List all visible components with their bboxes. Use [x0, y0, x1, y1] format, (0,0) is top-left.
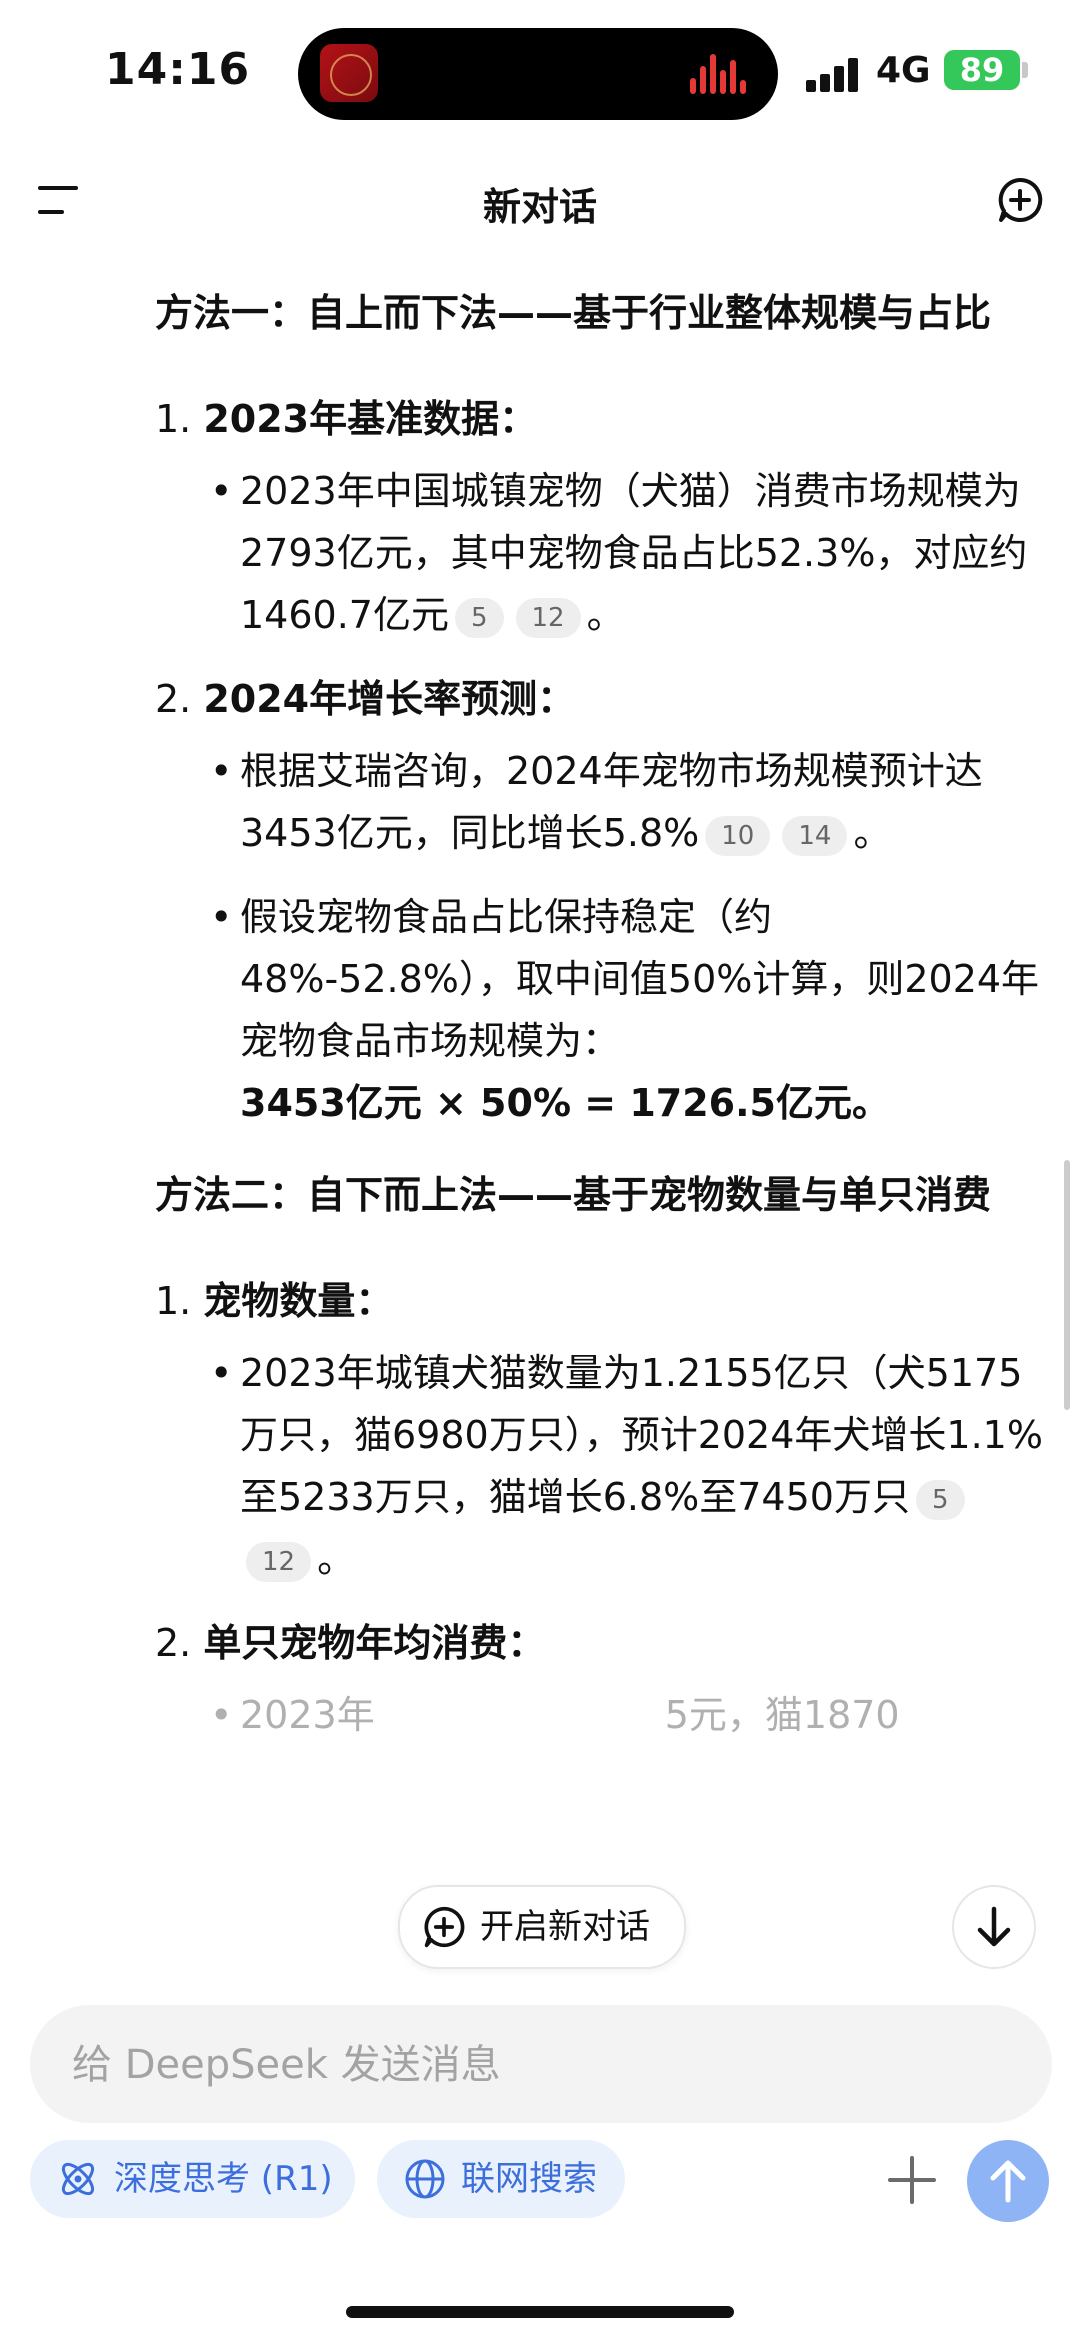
citation-badge[interactable]: 14	[782, 815, 848, 856]
method2-title: 方法二：自下而上法——基于宠物数量与单只消费	[155, 1173, 992, 1217]
message-input-box[interactable]	[30, 2005, 1052, 2123]
citation-badge[interactable]: 5	[454, 597, 504, 638]
floating-new-chat-label: 开启新对话	[480, 1907, 650, 1947]
arrow-down-icon	[977, 1906, 1011, 1947]
chat-content: 方法一：自上而下法——基于行业整体规模与占比 1. 2023年基准数据： 202…	[155, 282, 1045, 1942]
scroll-down-button[interactable]	[952, 1885, 1036, 1969]
method2-item1-bullets: 2023年城镇犬猫数量为1.2155亿只（犬5175万只，猫6980万只），预计…	[155, 1342, 1045, 1590]
new-chat-icon	[424, 1906, 465, 1948]
signal-icon	[806, 56, 866, 92]
top-bar: 新对话	[0, 150, 1080, 250]
method1-item2-bullets: 根据艾瑞咨询，2024年宠物市场规模预计达3453亿元，同比增长5.8%1014…	[155, 740, 1045, 1134]
method2-item2: 2. 单只宠物年均消费：	[155, 1621, 546, 1665]
send-button[interactable]	[967, 2140, 1049, 2222]
deep-think-label: 深度思考 (R1)	[114, 2159, 333, 2199]
list-item: 2023年5元，猫1870	[155, 1684, 1045, 1746]
scrollbar[interactable]	[1064, 1160, 1070, 1410]
app-thumbnail-icon	[320, 44, 378, 102]
status-time: 14:16	[105, 44, 251, 95]
method2-item1-label: 宠物数量：	[203, 1279, 394, 1323]
citation-badge[interactable]: 10	[705, 815, 771, 856]
plus-icon	[888, 2156, 936, 2204]
status-bar: 14:16 4G 89	[0, 0, 1080, 140]
formula-result: 3453亿元 × 50% = 1726.5亿元。	[240, 1081, 890, 1125]
citation-badge[interactable]: 12	[515, 597, 581, 638]
method1-item1-label: 2023年基准数据：	[203, 397, 538, 441]
method2-item1: 1. 宠物数量：	[155, 1279, 394, 1323]
atom-icon	[61, 2162, 95, 2196]
message-input[interactable]	[70, 2025, 974, 2105]
deep-think-toggle[interactable]: 深度思考 (R1)	[30, 2140, 355, 2218]
list-item: 2023年中国城镇宠物（犬猫）消费市场规模为2793亿元，其中宠物食品占比52.…	[155, 460, 1045, 646]
method2-item2-bullets: 2023年5元，猫1870	[155, 1684, 1045, 1746]
dynamic-island	[298, 28, 778, 120]
home-indicator	[346, 2306, 734, 2318]
method1-item1: 1. 2023年基准数据：	[155, 397, 538, 441]
new-chat-icon	[998, 177, 1043, 222]
web-search-toggle[interactable]: 联网搜索	[377, 2140, 625, 2218]
list-item: 2023年城镇犬猫数量为1.2155亿只（犬5175万只，猫6980万只），预计…	[155, 1342, 1045, 1590]
method1-item2-label: 2024年增长率预测：	[203, 677, 576, 721]
method2-item2-label: 单只宠物年均消费：	[203, 1621, 546, 1665]
citation-badge[interactable]: 5	[915, 1479, 965, 1520]
web-search-label: 联网搜索	[461, 2159, 597, 2199]
page-title: 新对话	[482, 185, 597, 229]
new-chat-button[interactable]	[996, 176, 1044, 224]
list-item: 假设宠物食品占比保持稳定（约48%-52.8%），取中间值50%计算，则2024…	[155, 886, 1045, 1134]
citation-badge[interactable]: 12	[246, 1541, 312, 1582]
floating-new-chat-button[interactable]: 开启新对话	[398, 1885, 686, 1969]
globe-icon	[405, 2159, 445, 2199]
battery-tip	[1022, 62, 1028, 78]
network-type: 4G	[876, 50, 931, 91]
attach-button[interactable]	[882, 2150, 942, 2210]
list-item: 根据艾瑞咨询，2024年宠物市场规模预计达3453亿元，同比增长5.8%1014…	[155, 740, 1045, 864]
battery-level: 89	[944, 50, 1020, 90]
method1-item2: 2. 2024年增长率预测：	[155, 677, 576, 721]
method1-item1-bullets: 2023年中国城镇宠物（犬猫）消费市场规模为2793亿元，其中宠物食品占比52.…	[155, 460, 1045, 646]
arrow-up-icon	[990, 2160, 1026, 2203]
audio-wave-icon	[690, 54, 750, 94]
method1-title: 方法一：自上而下法——基于行业整体规模与占比	[155, 291, 992, 335]
